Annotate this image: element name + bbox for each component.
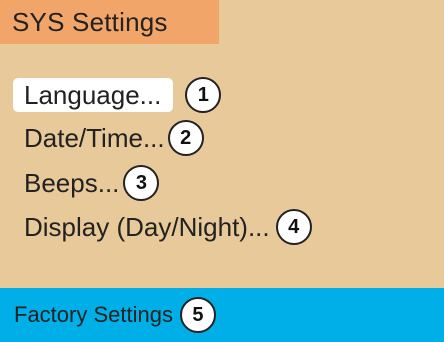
callout-marker-1: 1: [185, 77, 222, 113]
title-bar: SYS Settings: [0, 0, 219, 44]
menu-item-label: Display (Day/Night)...: [24, 212, 270, 242]
callout-marker-3: 3: [123, 165, 160, 201]
page-title: SYS Settings: [12, 6, 168, 37]
callout-marker-5: 5: [179, 297, 216, 333]
sys-settings-screen: SYS Settings Language... 1 Date/Time... …: [0, 0, 444, 342]
menu-item-label: Language...: [13, 78, 174, 112]
callout-marker-4: 4: [275, 209, 312, 245]
menu-item-display[interactable]: Display (Day/Night)... 4: [0, 208, 312, 246]
menu-item-beeps[interactable]: Beeps... 3: [0, 164, 160, 202]
menu-item-date-time[interactable]: Date/Time... 2: [0, 119, 204, 157]
menu-item-label: Date/Time...: [24, 123, 165, 153]
factory-settings-label: Factory Settings: [14, 302, 173, 327]
callout-marker-2: 2: [167, 120, 204, 156]
factory-settings-button[interactable]: Factory Settings 5: [0, 288, 444, 342]
menu-item-language[interactable]: Language... 1: [0, 76, 222, 114]
menu-item-label: Beeps...: [24, 168, 120, 198]
